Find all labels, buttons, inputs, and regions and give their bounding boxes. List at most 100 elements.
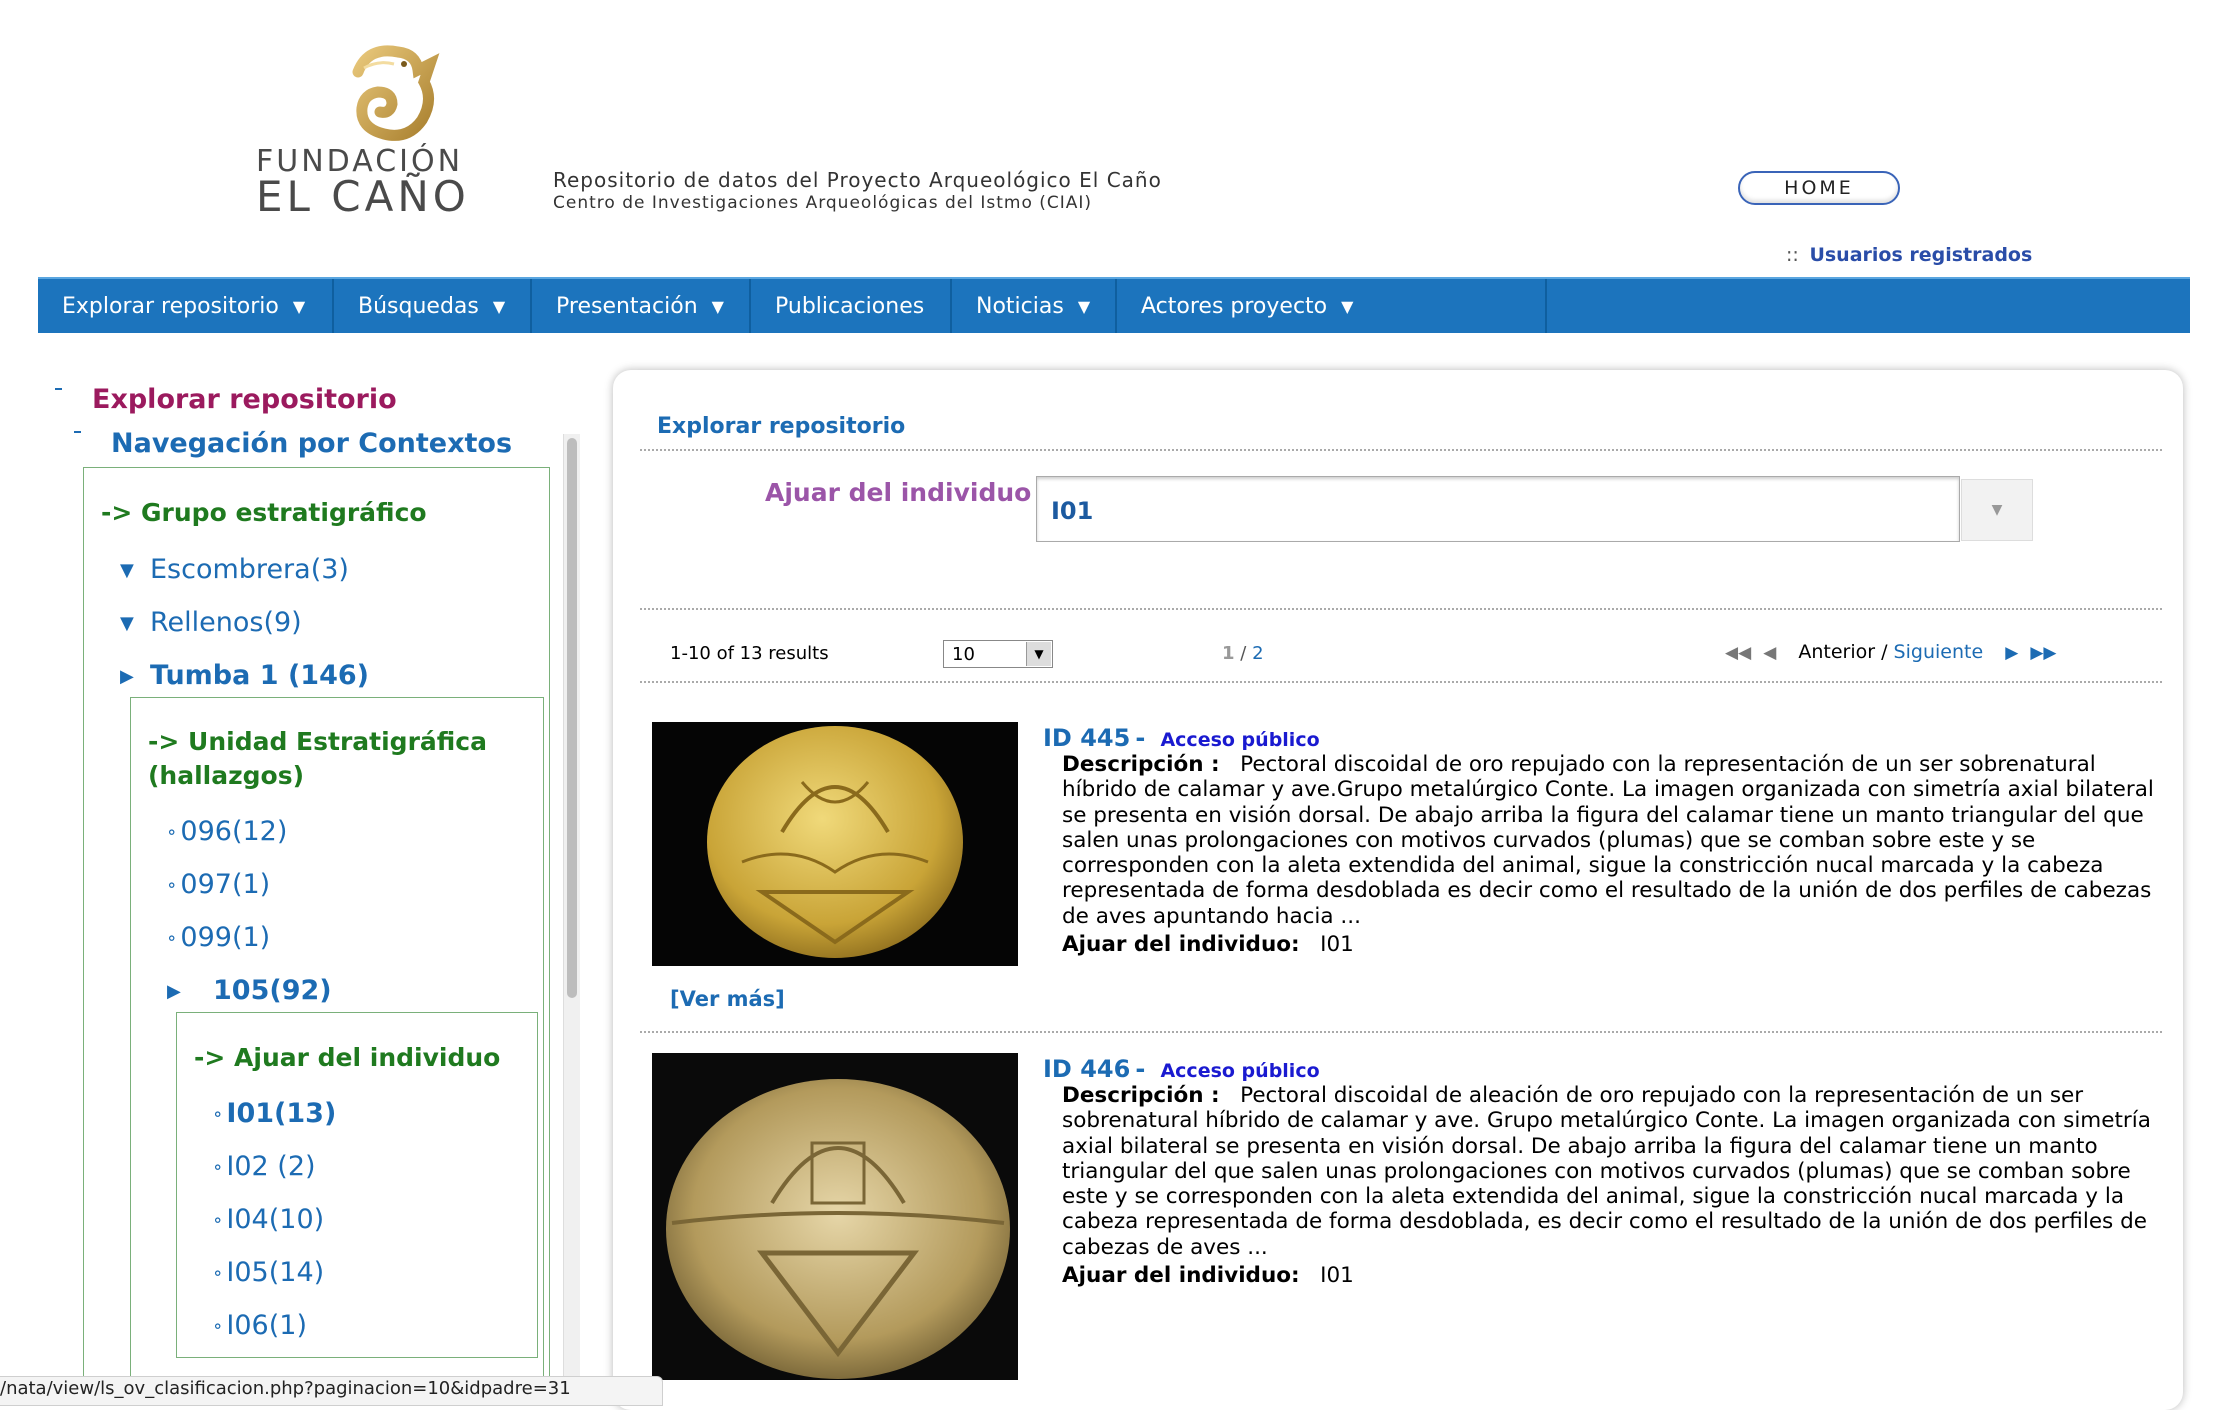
next-page-link[interactable]: Siguiente bbox=[1894, 641, 1984, 663]
tree-item-i06[interactable]: ⚬I06(1) bbox=[211, 1310, 307, 1341]
item-thumbnail[interactable] bbox=[652, 1053, 1018, 1380]
item-thumbnail[interactable] bbox=[652, 722, 1018, 966]
bullet-icon: ⚬ bbox=[165, 876, 179, 895]
tree-marker bbox=[55, 388, 62, 390]
current-page: 1 bbox=[1222, 643, 1235, 664]
group-unidad-heading-line2: (hallazgos) bbox=[148, 761, 305, 790]
triangle-right-icon: ▶ bbox=[167, 981, 181, 1002]
chevron-down-icon: ▼ bbox=[1026, 642, 1051, 666]
nav-busquedas[interactable]: Búsquedas ▼ bbox=[334, 279, 532, 333]
last-page-icon[interactable]: ▶▶ bbox=[2030, 643, 2056, 663]
prev-page-label: Anterior bbox=[1798, 641, 1876, 663]
tree-item-label: Tumba 1 (146) bbox=[150, 660, 369, 691]
item-ajuar: Ajuar del individuo: I01 bbox=[1062, 1263, 1354, 1288]
item-header: ID 446 - Acceso público bbox=[1043, 1055, 1320, 1083]
divider bbox=[640, 449, 2162, 451]
tree-item-105[interactable]: ▶ 105(92) bbox=[167, 975, 332, 1006]
divider bbox=[640, 681, 2162, 683]
divider bbox=[640, 1031, 2162, 1033]
tree-item-label: Rellenos(9) bbox=[150, 607, 302, 638]
tree-item-escombrera[interactable]: ▼ Escombrera(3) bbox=[120, 554, 349, 585]
item-header-separator: - bbox=[1135, 724, 1146, 752]
tree-item-label: 097(1) bbox=[180, 869, 271, 900]
panel-title: Explorar repositorio bbox=[657, 414, 906, 439]
registered-users-link[interactable]: Usuarios registrados bbox=[1809, 244, 2032, 266]
tree-item-label: 096(12) bbox=[180, 816, 288, 847]
tree-item-i01[interactable]: ⚬I01(13) bbox=[211, 1098, 336, 1129]
tree-item-label: 105(92) bbox=[213, 975, 332, 1006]
bullet-icon: ⚬ bbox=[165, 929, 179, 948]
total-pages-link[interactable]: 2 bbox=[1252, 643, 1263, 664]
next-page-icon[interactable]: ▶ bbox=[2005, 643, 2018, 663]
triangle-down-icon: ▼ bbox=[120, 613, 134, 634]
item-id-link[interactable]: ID 445 bbox=[1043, 724, 1130, 752]
bullet-icon: ⚬ bbox=[211, 1211, 225, 1230]
triangle-down-icon: ▼ bbox=[120, 560, 134, 581]
item-header: ID 445 - Acceso público bbox=[1043, 724, 1320, 752]
chevron-down-icon: ▼ bbox=[292, 296, 306, 316]
tree-item-label: I05(14) bbox=[226, 1257, 325, 1288]
nav-publicaciones[interactable]: Publicaciones bbox=[751, 279, 952, 333]
ajuar-filter-select[interactable]: I01 bbox=[1036, 476, 1960, 542]
results-count: 1-10 of 13 results bbox=[670, 643, 829, 664]
tree-item-label: 099(1) bbox=[180, 922, 271, 953]
chevron-down-icon[interactable]: ▼ bbox=[1961, 479, 2033, 541]
pagination: ◀◀ ◀ Anterior / Siguiente ▶ ▶▶ bbox=[1725, 641, 2056, 663]
user-link-separator: :: bbox=[1786, 244, 1799, 266]
description-label: Descripción : bbox=[1062, 1083, 1220, 1108]
ajuar-value: I01 bbox=[1320, 1263, 1354, 1288]
nav-label: Publicaciones bbox=[775, 293, 925, 319]
item-description: Descripción : Pectoral discoidal de oro … bbox=[1062, 752, 2162, 929]
registered-users-link-container: :: Usuarios registrados bbox=[1786, 244, 2032, 266]
tree-item-i05[interactable]: ⚬I05(14) bbox=[211, 1257, 324, 1288]
tree-item-097[interactable]: ⚬097(1) bbox=[165, 869, 270, 900]
nav-actores-proyecto[interactable]: Actores proyecto ▼ bbox=[1117, 279, 1547, 333]
main-navigation: Explorar repositorio ▼ Búsquedas ▼ Present… bbox=[38, 277, 2190, 333]
tree-item-rellenos[interactable]: ▼ Rellenos(9) bbox=[120, 607, 302, 638]
pager-separator: / bbox=[1881, 641, 1888, 663]
access-badge: Acceso público bbox=[1160, 1060, 1320, 1082]
description-text: Pectoral discoidal de aleación de oro re… bbox=[1062, 1083, 2151, 1260]
group-estratigrafico-heading: -> Grupo estratigráfico bbox=[101, 498, 427, 527]
group-unidad-heading-line1: -> Unidad Estratigráfica bbox=[148, 727, 488, 756]
ver-mas-link[interactable]: [Ver más] bbox=[670, 987, 785, 1011]
nav-label: Presentación bbox=[556, 293, 698, 319]
fundacion-logo[interactable]: FUNDACIÓN EL CAÑO bbox=[248, 42, 528, 222]
tree-item-label: I04(10) bbox=[226, 1204, 325, 1235]
access-badge: Acceso público bbox=[1160, 729, 1320, 751]
nav-label: Noticias bbox=[976, 293, 1064, 319]
nav-label: Actores proyecto bbox=[1141, 293, 1328, 319]
nav-label: Búsquedas bbox=[358, 293, 479, 319]
item-ajuar: Ajuar del individuo: I01 bbox=[1062, 932, 1354, 957]
tagline-repository: Repositorio de datos del Proyecto Arqueo… bbox=[553, 168, 1162, 192]
tree-item-i02[interactable]: ⚬I02 (2) bbox=[211, 1151, 316, 1182]
site-tagline: Repositorio de datos del Proyecto Arqueo… bbox=[553, 168, 1162, 213]
per-page-value: 10 bbox=[952, 644, 975, 665]
item-id-link[interactable]: ID 446 bbox=[1043, 1055, 1130, 1083]
page-separator: / bbox=[1240, 643, 1247, 664]
sidebar-subtitle[interactable]: Navegación por Contextos bbox=[111, 428, 512, 459]
nav-presentacion[interactable]: Presentación ▼ bbox=[532, 279, 751, 333]
gold-pectoral-image bbox=[652, 722, 1018, 966]
filter-label: Ajuar del individuo bbox=[765, 478, 1032, 507]
sidebar-scrollbar[interactable] bbox=[563, 434, 580, 1394]
tree-item-099[interactable]: ⚬099(1) bbox=[165, 922, 270, 953]
tree-item-096[interactable]: ⚬096(12) bbox=[165, 816, 287, 847]
tree-marker bbox=[74, 431, 81, 433]
logo-text-el-cano: EL CAÑO bbox=[256, 172, 470, 221]
tree-item-tumba-1[interactable]: ▶ Tumba 1 (146) bbox=[120, 660, 369, 691]
browser-status-bar: /nata/view/ls_ov_clasificacion.php?pagin… bbox=[0, 1376, 663, 1406]
nav-explorar-repositorio[interactable]: Explorar repositorio ▼ bbox=[38, 279, 334, 333]
description-text: Pectoral discoidal de oro repujado con l… bbox=[1062, 752, 2154, 929]
tagline-research-center: Centro de Investigaciones Arqueológicas … bbox=[553, 193, 1093, 213]
ajuar-value: I01 bbox=[1320, 932, 1354, 957]
bullet-icon: ⚬ bbox=[211, 1264, 225, 1283]
description-label: Descripción : bbox=[1062, 752, 1220, 777]
tree-item-i04[interactable]: ⚬I04(10) bbox=[211, 1204, 324, 1235]
nav-noticias[interactable]: Noticias ▼ bbox=[952, 279, 1117, 333]
item-description: Descripción : Pectoral discoidal de alea… bbox=[1062, 1083, 2162, 1260]
scrollbar-thumb[interactable] bbox=[567, 438, 577, 998]
per-page-select[interactable]: 10 ▼ bbox=[943, 640, 1053, 668]
home-button[interactable]: HOME bbox=[1738, 171, 1900, 205]
tree-item-label: I01(13) bbox=[226, 1098, 337, 1129]
